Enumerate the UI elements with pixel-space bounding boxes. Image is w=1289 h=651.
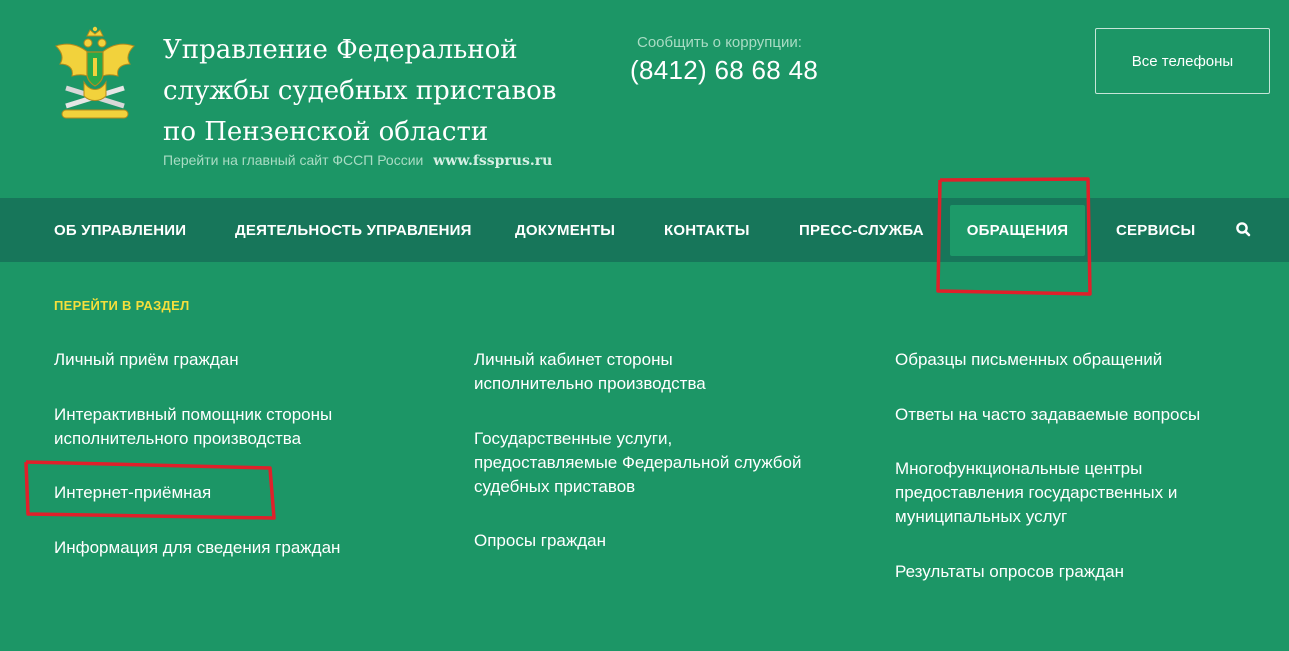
menu-link-citizen-info[interactable]: Информация для сведения граждан (54, 536, 340, 560)
menu-link-label: муниципальных услуг (895, 507, 1068, 526)
title-line-1: Управление Федеральной (163, 35, 518, 65)
nav-item-contacts[interactable]: КОНТАКТЫ (664, 198, 750, 262)
site-header: Управление Федеральной службы судебных п… (0, 0, 1289, 198)
corruption-report-label: Сообщить о коррупции: (637, 34, 802, 51)
menu-link-internet-reception[interactable]: Интернет-приёмная (54, 481, 211, 505)
menu-link-label: предоставляемые Федеральной службой (474, 453, 802, 472)
menu-link-label: Образцы письменных обращений (895, 350, 1163, 369)
menu-link-citizen-surveys[interactable]: Опросы граждан (474, 529, 606, 553)
main-site-label: Перейти на главный сайт ФССП России (163, 152, 424, 168)
title-line-3: по Пензенской области (163, 117, 489, 147)
nav-item-appeals[interactable]: ОБРАЩЕНИЯ (950, 205, 1085, 256)
menu-link-label: исполнительно производства (474, 374, 706, 393)
menu-link-interactive-assistant[interactable]: Интерактивный помощник стороны исполните… (54, 403, 332, 451)
menu-link-faq[interactable]: Ответы на часто задаваемые вопросы (895, 403, 1200, 427)
nav-item-services[interactable]: СЕРВИСЫ (1116, 198, 1195, 262)
menu-link-label: исполнительного производства (54, 429, 302, 448)
menu-link-personal-reception[interactable]: Личный приём граждан (54, 348, 239, 372)
menu-link-label: Опросы граждан (474, 531, 607, 550)
organization-title[interactable]: Управление Федеральной службы судебных п… (163, 30, 603, 153)
nav-item-documents[interactable]: ДОКУМЕНТЫ (515, 198, 615, 262)
section-heading: ПЕРЕЙТИ В РАЗДЕЛ (54, 298, 190, 313)
main-site-link[interactable]: Перейти на главный сайт ФССП России www.… (163, 152, 552, 169)
menu-link-label: Интернет-приёмная (54, 483, 212, 502)
menu-link-label: судебных приставов (474, 477, 636, 496)
menu-link-label: Интерактивный помощник стороны (54, 405, 333, 424)
menu-link-survey-results[interactable]: Результаты опросов граждан (895, 560, 1124, 584)
nav-item-press[interactable]: ПРЕСС-СЛУЖБА (799, 198, 924, 262)
menu-link-personal-cabinet[interactable]: Личный кабинет стороны исполнительно про… (474, 348, 706, 396)
fssp-emblem-logo[interactable] (54, 26, 136, 124)
nav-item-activity[interactable]: ДЕЯТЕЛЬНОСТЬ УПРАВЛЕНИЯ (235, 198, 472, 262)
main-site-url[interactable]: www.fssprus.ru (433, 153, 552, 169)
nav-item-about[interactable]: ОБ УПРАВЛЕНИИ (54, 198, 186, 262)
search-icon[interactable] (1234, 220, 1254, 240)
menu-link-label: Результаты опросов граждан (895, 562, 1124, 581)
menu-link-label: Личный приём граждан (54, 350, 239, 369)
menu-link-label: Информация для сведения граждан (54, 538, 341, 557)
menu-link-label: Государственные услуги, (474, 429, 673, 448)
menu-link-public-services[interactable]: Государственные услуги, предоставляемые … (474, 427, 801, 499)
corruption-phone-number[interactable]: (8412) 68 68 48 (630, 55, 818, 86)
menu-link-label: Личный кабинет стороны (474, 350, 673, 369)
menu-link-label: Многофункциональные центры (895, 459, 1143, 478)
menu-link-mfc[interactable]: Многофункциональные центры предоставлени… (895, 457, 1177, 529)
main-navigation: ОБ УПРАВЛЕНИИ ДЕЯТЕЛЬНОСТЬ УПРАВЛЕНИЯ ДО… (0, 198, 1289, 262)
all-phones-button[interactable]: Все телефоны (1095, 28, 1270, 94)
title-line-2: службы судебных приставов (163, 76, 557, 106)
menu-link-label: Ответы на часто задаваемые вопросы (895, 405, 1201, 424)
menu-link-letter-samples[interactable]: Образцы письменных обращений (895, 348, 1162, 372)
menu-link-label: предоставления государственных и (895, 483, 1178, 502)
